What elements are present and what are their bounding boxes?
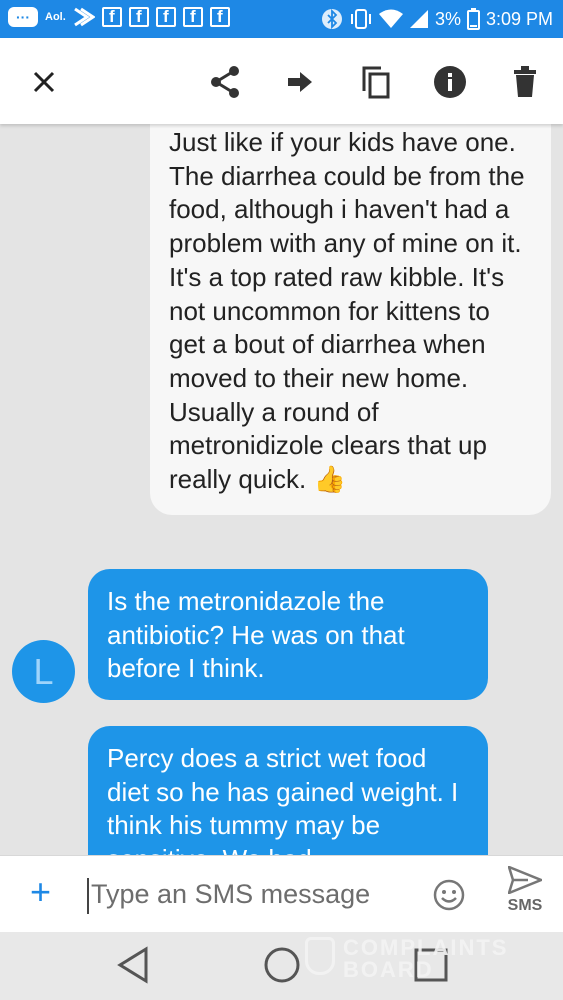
- outgoing-message-bubble[interactable]: Is the metronidazole the antibiotic? He …: [88, 569, 488, 701]
- battery-icon: [466, 8, 480, 30]
- incoming-message-bubble[interactable]: Just like if your kids have one. The dia…: [150, 124, 551, 515]
- back-button[interactable]: [116, 946, 150, 989]
- status-notifications: ··· Aol. f f f f f: [8, 7, 230, 27]
- android-navigation-bar: COMPLAINTS BOARD: [0, 932, 563, 1000]
- message-action-bar: [0, 38, 563, 124]
- thumbs-up-emoji: 👍: [313, 464, 346, 495]
- copy-icon: [362, 66, 390, 99]
- attach-button[interactable]: +: [30, 872, 51, 912]
- forward-button[interactable]: [278, 60, 322, 104]
- facebook-notification-icon: f: [182, 7, 203, 27]
- trash-icon: [514, 66, 536, 97]
- close-icon: [33, 71, 55, 93]
- back-triangle-icon: [117, 946, 148, 984]
- outgoing-message-bubble[interactable]: Percy does a strict wet food diet so he …: [88, 726, 488, 855]
- message-text: Percy does a strict wet food diet so he …: [107, 743, 459, 855]
- sms-message-input[interactable]: [91, 874, 411, 914]
- emoji-button[interactable]: [433, 879, 465, 916]
- aol-notification-label: Aol.: [45, 11, 66, 23]
- wifi-icon: [378, 9, 403, 28]
- message-list[interactable]: Just like if your kids have one. The dia…: [0, 124, 563, 855]
- status-bar: ··· Aol. f f f f f 3% 3:09 PM: [0, 0, 563, 38]
- home-circle-icon: [264, 947, 300, 983]
- text-cursor: [87, 878, 89, 914]
- facebook-notification-icon: f: [155, 7, 176, 27]
- smiley-icon: [433, 879, 465, 911]
- send-icon: [507, 864, 545, 896]
- message-composer: + SMS: [0, 855, 563, 933]
- share-icon: [211, 66, 239, 98]
- avatar-initial: L: [33, 650, 54, 692]
- bluetooth-icon: [321, 8, 342, 30]
- watermark-line2: BOARD: [343, 957, 434, 982]
- message-text: Is the metronidazole the antibiotic? He …: [107, 586, 405, 684]
- send-label: SMS: [507, 897, 543, 914]
- copy-button[interactable]: [354, 60, 398, 104]
- forward-arrow-icon: [288, 72, 312, 92]
- signal-icon: [409, 10, 428, 28]
- facebook-notification-icon: f: [128, 7, 149, 27]
- send-sms-button[interactable]: SMS: [500, 864, 550, 915]
- messenger-notification-icon: ···: [8, 7, 38, 27]
- facebook-notification-icon: f: [209, 7, 230, 27]
- home-button[interactable]: [263, 946, 301, 989]
- shield-icon: [305, 937, 335, 975]
- close-button[interactable]: [22, 60, 66, 104]
- facebook-notification-icon: f: [101, 7, 122, 27]
- delete-button[interactable]: [503, 60, 547, 104]
- message-text: Just like if your kids have one. The dia…: [169, 127, 525, 495]
- info-icon: [434, 66, 466, 98]
- sprint-icon: [73, 7, 95, 27]
- status-time: 3:09 PM: [485, 8, 553, 29]
- vibrate-icon: [350, 9, 371, 29]
- battery-percent: 3%: [434, 8, 461, 29]
- status-system-icons: 3% 3:09 PM: [321, 7, 553, 31]
- contact-avatar[interactable]: L: [12, 640, 75, 703]
- info-button[interactable]: [428, 60, 472, 104]
- share-button[interactable]: [203, 60, 247, 104]
